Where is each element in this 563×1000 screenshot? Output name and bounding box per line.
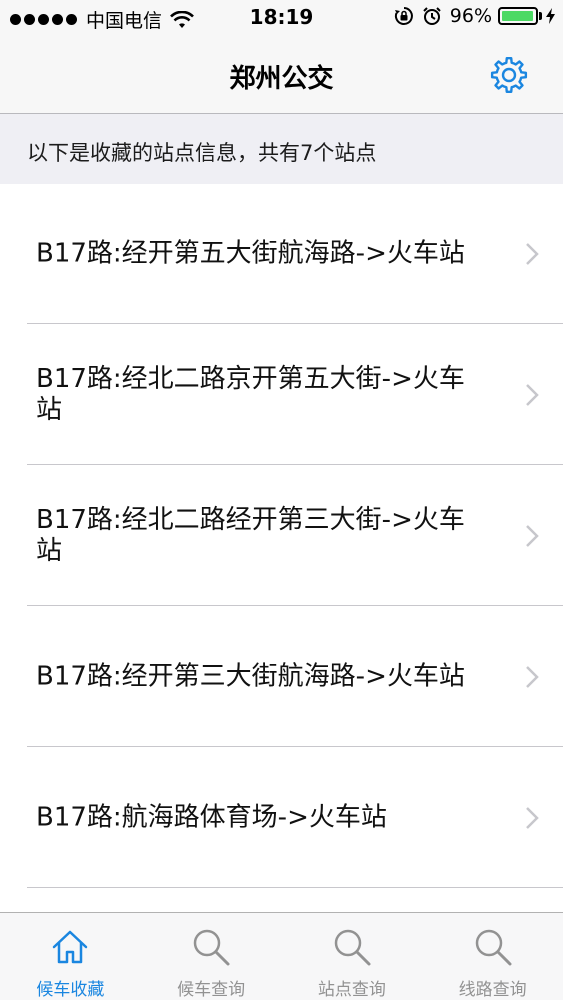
- station-label: B17路:航海路体育场->火车站: [36, 802, 387, 833]
- list-item[interactable]: B17路:经开第三大街航海路->火车站: [0, 607, 563, 747]
- tab-label: 候车收藏: [36, 980, 105, 1000]
- page-title: 郑州公交: [229, 64, 334, 94]
- rotation-lock-icon: [394, 7, 413, 25]
- list-item[interactable]: B17路:航海路体育场->火车站: [0, 748, 563, 888]
- station-label: B17路:经开第五大街航海路->火车站: [36, 238, 465, 269]
- home-icon: [53, 930, 88, 964]
- chevron-right-icon: [526, 525, 539, 547]
- list-item[interactable]: B17路:经开第五大街航海路->火车站: [0, 184, 563, 324]
- status-bar: 中国电信 18:19 96%: [0, 0, 563, 38]
- gear-outline: [490, 56, 528, 94]
- station-label: B17路:经北二路京开第五大街->火车站: [36, 364, 465, 425]
- settings-button[interactable]: [489, 55, 529, 95]
- tab-wait-favorites[interactable]: 候车收藏: [0, 913, 141, 1000]
- gear-icon: [490, 56, 528, 94]
- list-item[interactable]: B17路:经北二路经开第三大街->火车站: [0, 466, 563, 606]
- list-item[interactable]: B17路:经北二路京开第五大街->火车站: [0, 325, 563, 465]
- tab-bar: 候车收藏 候车查询 站点查询 线路查询: [0, 912, 563, 1000]
- tab-wait-query[interactable]: 候车查询: [141, 913, 282, 1000]
- favorites-summary-header: 以下是收藏的站点信息，共有7个站点: [0, 114, 563, 184]
- favorites-summary-text: 以下是收藏的站点信息，共有7个站点: [27, 141, 377, 165]
- search-icon: [193, 929, 230, 966]
- search-icon: [334, 929, 371, 966]
- separator: [27, 605, 563, 606]
- tab-station-query[interactable]: 站点查询: [282, 913, 423, 1000]
- battery-percent: 96%: [449, 5, 492, 27]
- chevron-right-icon: [526, 243, 539, 265]
- favorite-station-list: B17路:经开第五大街航海路->火车站 B17路:经北二路京开第五大街->火车站…: [0, 184, 563, 912]
- battery-fill: [502, 11, 533, 21]
- navigation-bar: 郑州公交: [0, 38, 563, 114]
- status-right: 96%: [394, 5, 555, 27]
- station-label: B17路:经开第三大街航海路->火车站: [36, 661, 465, 692]
- search-icon: [475, 929, 512, 966]
- tab-label: 站点查询: [317, 980, 386, 1000]
- tab-route-query[interactable]: 线路查询: [422, 913, 563, 1000]
- separator: [27, 464, 563, 465]
- screen: 中国电信 18:19 96% 郑州公交 以下是收藏的站点信息，共有7个站点 B1…: [0, 0, 563, 1000]
- separator: [27, 746, 563, 747]
- alarm-icon: [423, 7, 441, 25]
- charging-bolt-icon: [546, 8, 555, 24]
- station-label: B17路:经北二路经开第三大街->火车站: [36, 505, 465, 566]
- separator: [27, 887, 563, 888]
- tab-label: 线路查询: [458, 980, 527, 1000]
- separator: [27, 323, 563, 324]
- chevron-right-icon: [526, 807, 539, 829]
- tab-label: 候车查询: [177, 980, 246, 1000]
- chevron-right-icon: [526, 666, 539, 688]
- battery-icon: [498, 7, 538, 25]
- battery-cap: [539, 12, 542, 20]
- chevron-right-icon: [526, 384, 539, 406]
